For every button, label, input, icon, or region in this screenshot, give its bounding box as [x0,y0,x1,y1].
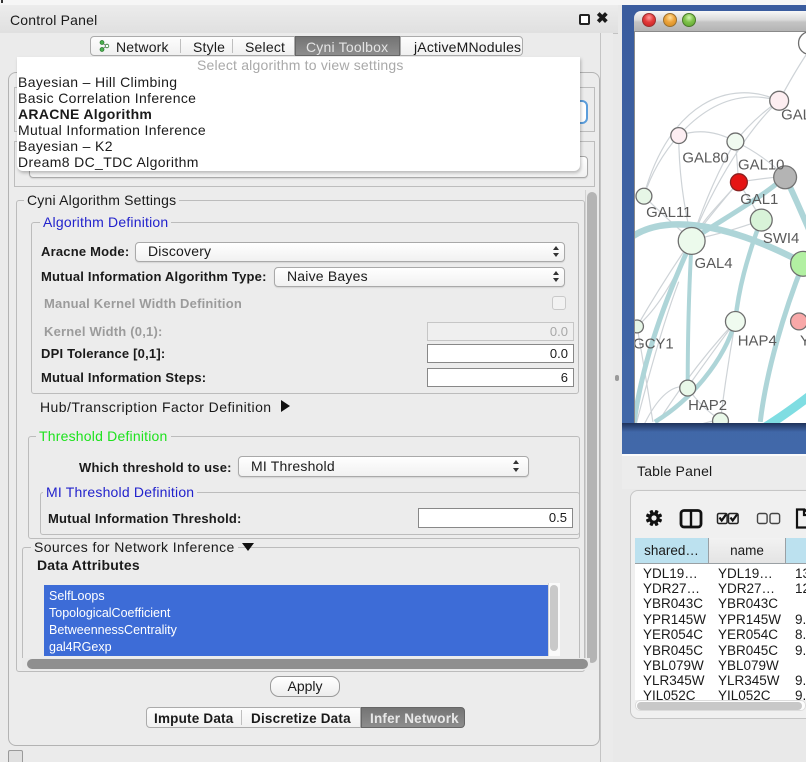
svg-text:GAL11: GAL11 [646,205,691,221]
svg-text:GAL10: GAL10 [738,157,784,173]
svg-text:GCY1: GCY1 [634,336,674,352]
svg-text:GAL1: GAL1 [740,192,778,208]
svg-text:YM: YM [800,333,806,349]
svg-text:GAL2: GAL2 [781,108,806,124]
svg-text:HAP2: HAP2 [688,398,727,414]
svg-text:GAL4: GAL4 [694,256,732,272]
svg-text:SWI4: SWI4 [763,231,799,247]
svg-text:GAL80: GAL80 [682,150,728,166]
svg-text:HAP4: HAP4 [738,333,777,349]
